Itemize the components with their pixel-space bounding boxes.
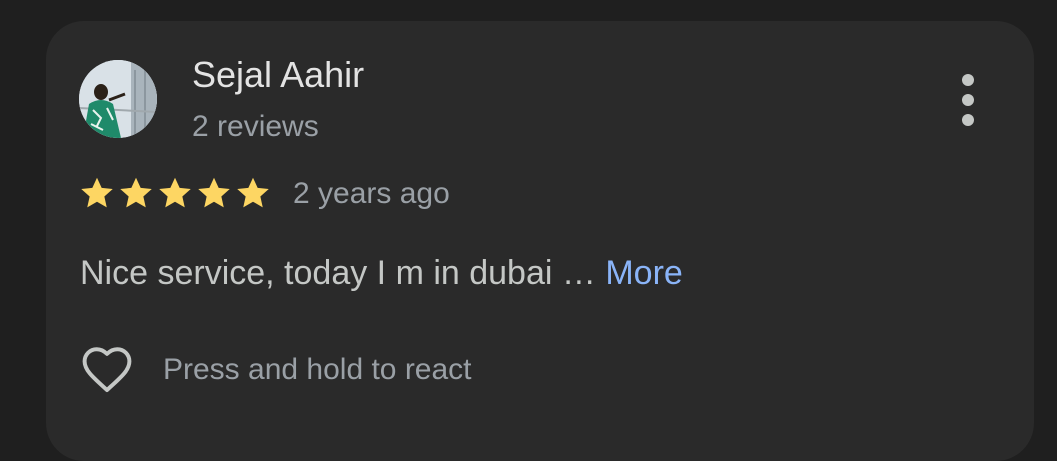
react-label: Press and hold to react [163,353,472,386]
author-review-count: 2 reviews [192,110,319,143]
star-icon [198,177,230,208]
more-link[interactable]: More [605,254,682,292]
review-text-line: Nice service, today I m in dubai … More [80,251,683,295]
author-avatar[interactable] [79,60,157,138]
menu-dot [962,74,974,86]
react-button[interactable]: Press and hold to react [78,340,472,400]
star-icon [120,177,152,208]
review-time: 2 years ago [293,177,450,210]
menu-dot [962,94,974,106]
star-icon [237,177,269,208]
more-options-button[interactable] [947,68,989,132]
heart-outline-icon [82,347,132,393]
star-icon [81,177,113,208]
star-icon [159,177,191,208]
profile-photo-icon [79,60,157,138]
review-text: Nice service, today I m in dubai … [80,254,596,292]
author-name[interactable]: Sejal Aahir [192,52,364,98]
menu-dot [962,114,974,126]
star-rating [79,175,271,211]
